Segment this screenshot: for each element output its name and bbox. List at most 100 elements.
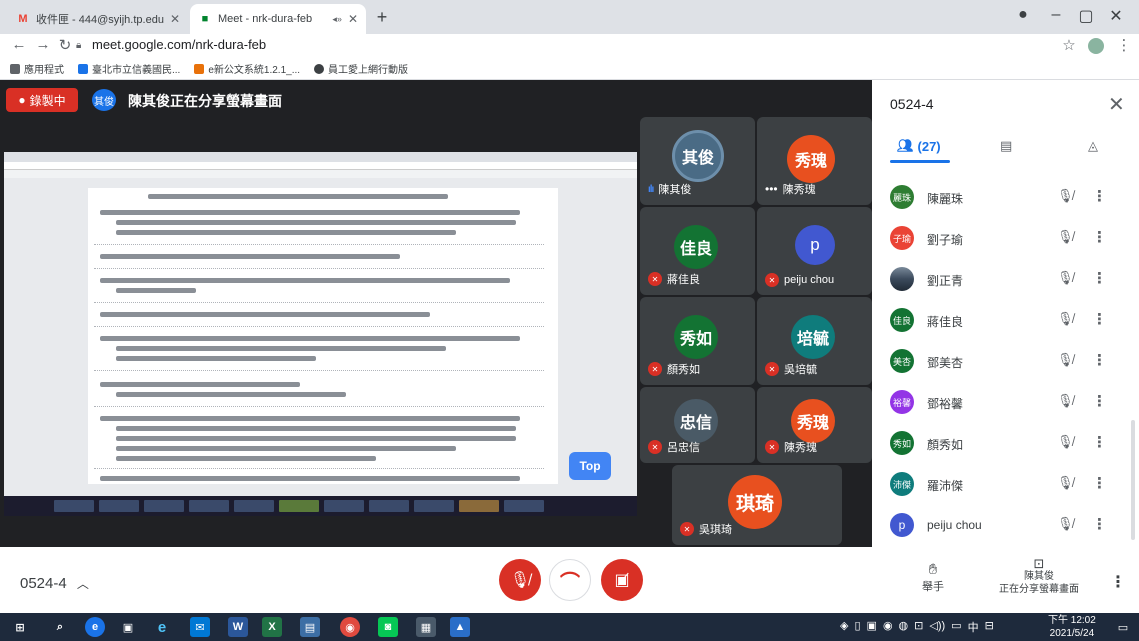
- participant-tile[interactable]: 其俊 ılı 陳其俊: [640, 117, 755, 205]
- participant-tile[interactable]: 培毓 ✕ 吳培毓: [757, 297, 872, 385]
- more-options-icon[interactable]: ⋮: [1092, 515, 1107, 533]
- photos-icon[interactable]: ▲: [450, 617, 470, 637]
- participant-tile[interactable]: 琪琦 ✕ 吳琪琦: [672, 465, 842, 545]
- bookmark-item[interactable]: 員工愛上網行動版: [314, 61, 408, 76]
- participant-tile[interactable]: 秀如 ✕ 顏秀如: [640, 297, 755, 385]
- tab-meet[interactable]: ■ Meet - nrk-dura-feb ◂» ✕: [190, 4, 366, 34]
- ime-mode-icon[interactable]: ⊟: [985, 619, 994, 635]
- tray-icon[interactable]: ◈: [840, 619, 848, 635]
- participant-tile[interactable]: p ✕ peiju chou: [757, 207, 872, 295]
- browser-menu-icon[interactable]: ⋮: [1115, 36, 1133, 54]
- mail-icon[interactable]: ✉: [190, 617, 210, 637]
- participant-tile[interactable]: 秀瑰 ✕ 陳秀瑰: [757, 387, 872, 463]
- minimize-button[interactable]: –: [1045, 6, 1067, 24]
- tray-icon[interactable]: ▯: [854, 619, 860, 635]
- recording-indicator[interactable]: ● 錄製中: [6, 88, 78, 112]
- participant-row[interactable]: 裕馨 鄧裕馨 🎙︎̸ ⋮: [872, 383, 1132, 424]
- file-explorer-icon[interactable]: ▤: [300, 617, 320, 637]
- mic-off-icon[interactable]: 🎙︎̸: [1057, 393, 1074, 409]
- close-panel-icon[interactable]: ✕: [1108, 92, 1125, 117]
- bookmark-item[interactable]: e新公文系統1.2.1_...: [194, 61, 300, 76]
- tray-icon[interactable]: ◉: [883, 619, 893, 635]
- tab-chat[interactable]: ▤: [1000, 138, 1012, 154]
- keyboard-icon[interactable]: ▭: [951, 619, 961, 635]
- more-options-icon[interactable]: ⋮: [1092, 228, 1107, 246]
- clock[interactable]: 下午 12:02 2021/5/24: [1048, 614, 1096, 640]
- volume-icon[interactable]: ◁)): [929, 619, 945, 635]
- tray-icon[interactable]: ◍: [899, 619, 909, 635]
- maximize-button[interactable]: ▢: [1075, 6, 1097, 26]
- tray-icon[interactable]: ▣: [867, 619, 877, 635]
- url-field[interactable]: meet.google.com/nrk-dura-feb: [92, 37, 266, 52]
- profile-avatar[interactable]: [1088, 38, 1104, 54]
- mic-off-icon[interactable]: 🎙︎̸: [1057, 270, 1074, 286]
- bookmark-star-icon[interactable]: ☆: [1060, 36, 1078, 54]
- participant-tile[interactable]: 秀瑰 ••• 陳秀瑰: [757, 117, 872, 205]
- raise-hand-button[interactable]: ✋︎ 舉手: [918, 561, 948, 594]
- word-icon[interactable]: W: [228, 617, 248, 637]
- line-icon[interactable]: ◙: [378, 617, 398, 637]
- participant-tile[interactable]: 佳良 ✕ 蔣佳良: [640, 207, 755, 295]
- close-tab-icon[interactable]: ✕: [348, 12, 358, 26]
- reload-icon[interactable]: ↻: [56, 36, 74, 54]
- bookmark-item[interactable]: 應用程式: [10, 61, 64, 76]
- leave-call-button[interactable]: ⌒: [549, 559, 591, 601]
- tab-gmail[interactable]: M 收件匣 - 444@syijh.tp.edu.tw - ✕: [8, 4, 188, 34]
- notification-icon[interactable]: ▭: [1113, 617, 1133, 637]
- ime-indicator[interactable]: 中: [968, 619, 979, 635]
- mic-off-icon[interactable]: 🎙︎̸: [1057, 188, 1074, 204]
- audio-playing-icon[interactable]: ◂»: [332, 14, 342, 25]
- close-window-button[interactable]: ✕: [1105, 6, 1127, 26]
- more-options-icon[interactable]: ⋮: [1092, 310, 1107, 328]
- mic-off-icon[interactable]: 🎙︎̸: [1057, 229, 1074, 245]
- new-tab-button[interactable]: +: [372, 7, 392, 27]
- camera-toggle-button[interactable]: ▣̸: [601, 559, 643, 601]
- mic-off-icon[interactable]: 🎙︎̸: [1057, 434, 1074, 450]
- participant-name: 顏秀如: [667, 364, 700, 376]
- search-icon[interactable]: ⌕: [50, 617, 70, 637]
- edge-icon[interactable]: e: [85, 617, 105, 637]
- participant-row[interactable]: 沛傑 羅沛傑 🎙︎̸ ⋮: [872, 465, 1132, 506]
- participant-tile[interactable]: 忠信 ✕ 呂忠信: [640, 387, 755, 463]
- network-icon[interactable]: ⊡: [914, 619, 923, 635]
- more-options-button[interactable]: ⋮: [1110, 572, 1126, 592]
- ie-icon[interactable]: e: [152, 617, 172, 637]
- profile-dot-icon[interactable]: ●: [1012, 6, 1034, 24]
- participant-row[interactable]: 美杏 鄧美杏 🎙︎̸ ⋮: [872, 342, 1132, 383]
- panel-scrollbar[interactable]: [1131, 420, 1135, 540]
- participant-row[interactable]: 麗珠 陳麗珠 🎙︎̸ ⋮: [872, 178, 1132, 219]
- tab-activities[interactable]: ◬: [1088, 138, 1098, 154]
- windows-start-icon[interactable]: ⊞: [10, 617, 30, 637]
- tab-people[interactable]: 👥︎ (27): [897, 138, 941, 154]
- more-options-icon[interactable]: ⋮: [1092, 187, 1107, 205]
- participant-row[interactable]: 佳良 蔣佳良 🎙︎̸ ⋮: [872, 301, 1132, 342]
- chrome-icon[interactable]: ◉: [340, 617, 360, 637]
- meeting-details-button[interactable]: 0524-4 ︿: [20, 575, 89, 592]
- store-icon[interactable]: ▣: [118, 617, 138, 637]
- participant-row[interactable]: 劉正青 🎙︎̸ ⋮: [872, 260, 1132, 301]
- forward-icon[interactable]: →: [34, 36, 52, 53]
- close-tab-icon[interactable]: ✕: [170, 12, 180, 26]
- lock-icon[interactable]: 🔒︎: [76, 40, 81, 51]
- more-options-icon[interactable]: ⋮: [1092, 269, 1107, 287]
- more-options-icon[interactable]: ⋮: [1092, 474, 1107, 492]
- more-options-icon[interactable]: ⋮: [1092, 433, 1107, 451]
- more-options-icon[interactable]: ⋮: [1092, 392, 1107, 410]
- participant-row[interactable]: 秀如 顏秀如 🎙︎̸ ⋮: [872, 424, 1132, 465]
- more-options-icon[interactable]: ⋮: [1092, 351, 1107, 369]
- app-icon[interactable]: ▦: [416, 617, 436, 637]
- back-icon[interactable]: ←: [10, 36, 28, 53]
- participant-row[interactable]: 子瑜 劉子瑜 🎙︎̸ ⋮: [872, 219, 1132, 260]
- participant-row[interactable]: p peiju chou 🎙︎̸ ⋮: [872, 506, 1132, 547]
- mic-off-icon[interactable]: 🎙︎̸: [1057, 475, 1074, 491]
- mic-off-icon[interactable]: 🎙︎̸: [1057, 352, 1074, 368]
- presenter-status[interactable]: ⊡ 陳其俊 正在分享螢幕畫面: [994, 557, 1084, 596]
- camera-off-icon: ▣̸: [614, 572, 630, 589]
- bookmark-item[interactable]: 臺北市立信義國民...: [78, 61, 180, 76]
- participant-name: 鄧美杏: [927, 356, 964, 370]
- excel-icon[interactable]: X: [262, 617, 282, 637]
- top-button[interactable]: Top: [569, 452, 611, 480]
- mic-off-icon[interactable]: 🎙︎̸: [1057, 311, 1074, 327]
- mic-off-icon[interactable]: 🎙︎̸: [1057, 516, 1074, 532]
- mic-toggle-button[interactable]: 🎙︎̸: [499, 559, 541, 601]
